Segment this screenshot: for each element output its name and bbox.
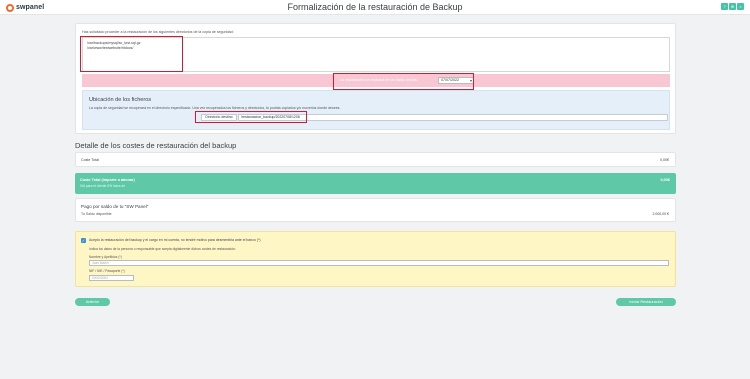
coste-total-label: Coste Total xyxy=(81,158,99,162)
importe-label: Coste Total (importe a abonar) xyxy=(80,178,135,182)
highlight-destination xyxy=(195,111,307,123)
payment-row: Pago por saldo de tu "SW Panel" Tu Saldo… xyxy=(75,198,676,222)
help-button[interactable]: ? xyxy=(721,3,728,10)
name-label: Nombre y Apellidos (*) xyxy=(89,255,122,259)
importe-row: Coste Total (importe a abonar) IVA para … xyxy=(75,173,676,194)
coste-total-row: Coste Total 0,00€ xyxy=(75,152,676,167)
nif-field[interactable]: 00000000X xyxy=(89,275,134,281)
acceptance-box: ✓ Acepto la restauración del backup y el… xyxy=(75,231,676,287)
accept-checkbox[interactable]: ✓ xyxy=(81,238,86,243)
coste-total-value: 0,00€ xyxy=(660,158,669,162)
payment-value: 2.000,00 € xyxy=(652,212,669,216)
accept-text: Acepto la restauración del backup y el c… xyxy=(89,238,261,242)
nif-label: NIF / NIE / Pasaporte (*) xyxy=(89,269,125,273)
location-box: Ubicación de los ficheros La copia de se… xyxy=(82,90,670,130)
window-buttons: ? ⊕ × xyxy=(721,3,744,10)
highlight-date xyxy=(333,73,474,90)
payment-sub: Tu Saldo disponible xyxy=(81,212,112,216)
costs-section-title: Detalle de los costes de restauración de… xyxy=(75,141,237,150)
indication-text: Indica los datos de la persona o respons… xyxy=(89,247,236,251)
close-button[interactable]: × xyxy=(737,3,744,10)
intro-text: Has solicitado proceder a la restauració… xyxy=(82,30,234,34)
start-restore-button[interactable]: Iniciar Restauración xyxy=(616,298,676,306)
name-field[interactable]: Juan Martín xyxy=(89,260,669,266)
page-title: Formalización de la restauración de Back… xyxy=(287,2,463,12)
previous-button[interactable]: Anterior xyxy=(75,298,110,306)
location-title: Ubicación de los ficheros xyxy=(89,97,152,103)
location-description: La copia de seguridad se recuperará en e… xyxy=(89,106,341,110)
importe-value: 0,00€ xyxy=(660,178,670,182)
payment-title: Pago por saldo de tu "SW Panel" xyxy=(81,204,149,209)
top-bar: swpanel Formalización de la restauración… xyxy=(0,0,750,15)
expand-button[interactable]: ⊕ xyxy=(729,3,736,10)
highlight-directories xyxy=(80,36,183,72)
importe-sub: IVA para el cliente 0% fuera de xyxy=(80,184,126,188)
